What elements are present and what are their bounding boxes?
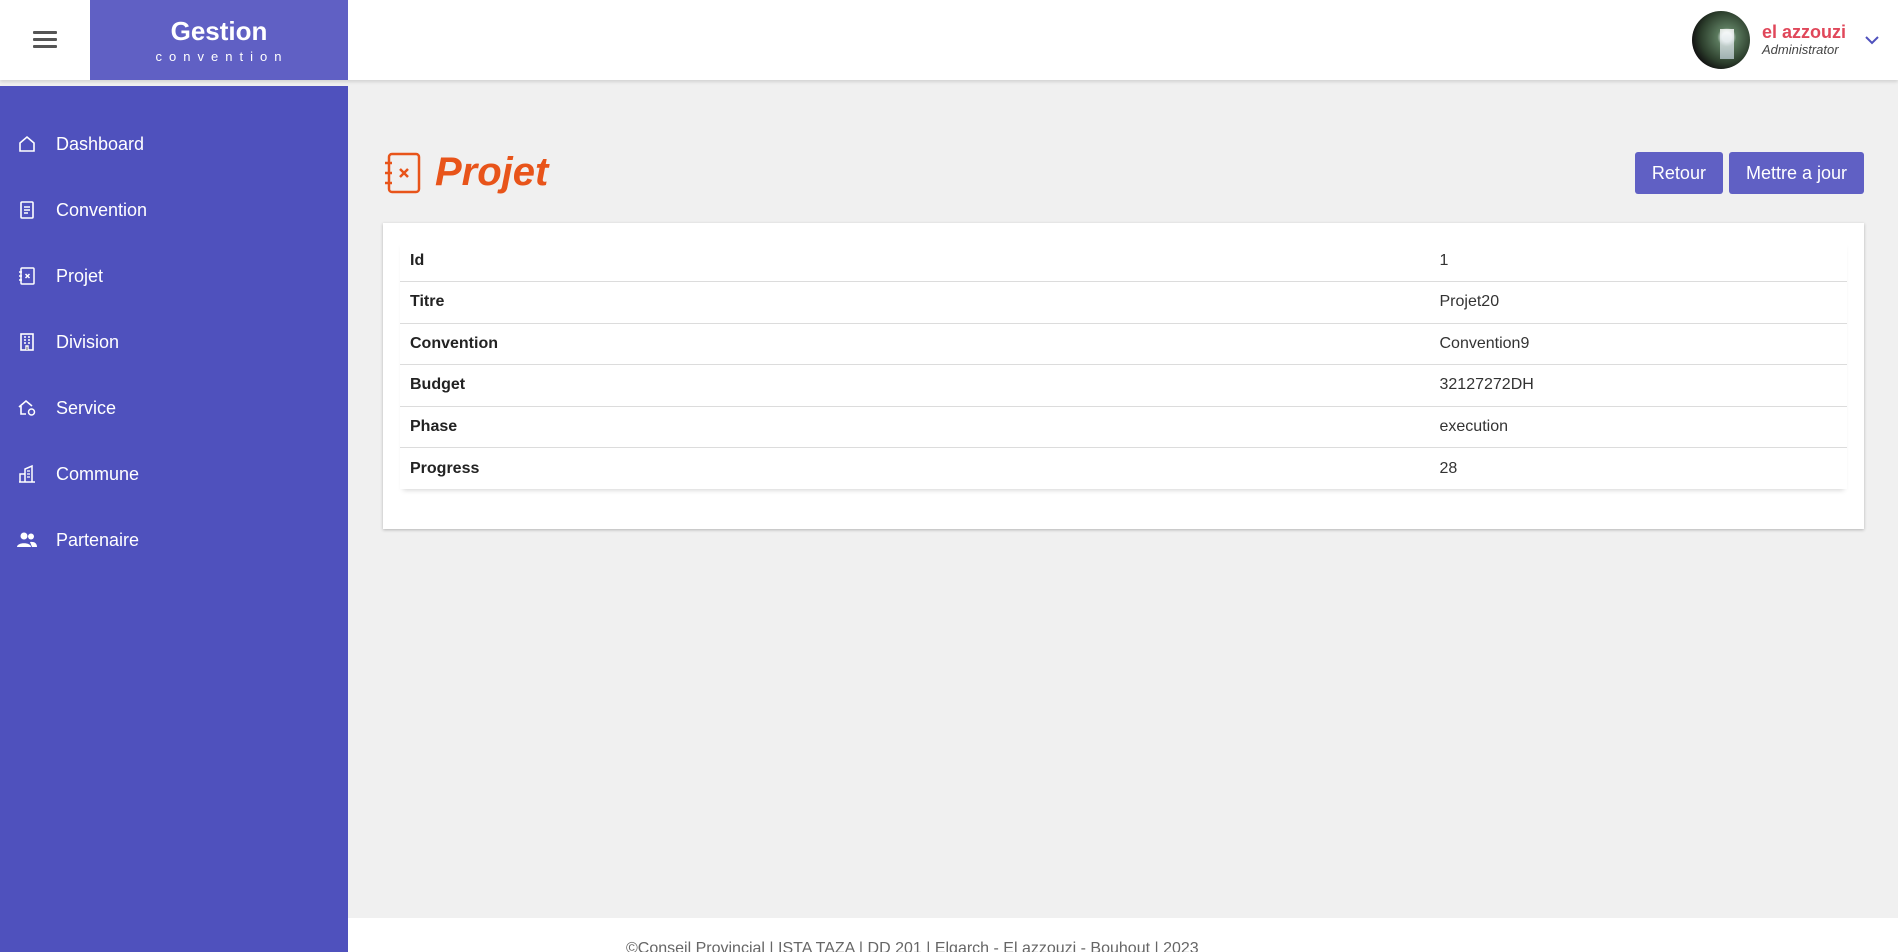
field-value: Convention9 — [1123, 322, 1847, 365]
table-row: Id 1 — [400, 240, 1847, 282]
avatar[interactable] — [1691, 11, 1750, 69]
user-role: Administrator — [1761, 42, 1839, 57]
table-row: Budget 32127272DH — [400, 364, 1847, 406]
chevron-down-icon[interactable] — [1864, 32, 1880, 48]
back-button[interactable]: Retour — [1634, 152, 1723, 194]
field-value: execution — [1123, 405, 1847, 448]
top-bar: Gestion convention el azzouzi Administra… — [0, 0, 1898, 80]
field-value: Projet20 — [1123, 281, 1847, 323]
sidebar-item-service[interactable]: Service — [0, 375, 348, 441]
house-gear-icon — [16, 397, 38, 419]
table-row: Convention Convention9 — [400, 322, 1847, 365]
brand-title: Gestion — [170, 16, 268, 46]
field-label: Id — [410, 251, 425, 269]
user-name: el azzouzi — [1761, 22, 1846, 42]
footer-text: ©Conseil Provincial | ISTA TAZA | DD 201… — [626, 940, 1199, 952]
sidebar-item-label: Division — [56, 331, 120, 352]
table-row: Progress 28 — [400, 447, 1847, 489]
table-row: Phase execution — [400, 405, 1847, 448]
details-card: Id 1 Titre Projet20 Convention Conventio… — [383, 223, 1864, 529]
hamburger-icon — [33, 30, 57, 50]
update-button[interactable]: Mettre a jour — [1728, 152, 1864, 194]
field-label: Progress — [400, 447, 1124, 489]
project-icon — [385, 152, 421, 193]
table-row: Titre Projet20 — [400, 281, 1847, 323]
details-table: Id 1 Titre Projet20 Convention Conventio… — [400, 240, 1847, 489]
document-icon — [16, 199, 38, 221]
footer: ©Conseil Provincial | ISTA TAZA | DD 201… — [348, 918, 1898, 952]
field-value: 1 — [1439, 251, 1449, 269]
building-icon — [16, 331, 38, 353]
page-actions: Retour Mettre a jour — [1634, 152, 1864, 194]
city-icon — [16, 463, 38, 485]
sidebar-item-label: Dashboard — [56, 133, 145, 154]
user-menu[interactable]: el azzouzi Administrator — [1691, 0, 1898, 80]
menu-toggle-button[interactable] — [0, 0, 90, 80]
field-label: Phase — [400, 405, 1124, 448]
field-label: Convention — [400, 322, 1124, 365]
home-icon — [16, 133, 38, 155]
project-icon — [16, 265, 38, 287]
sidebar-item-partenaire[interactable]: Partenaire — [0, 507, 348, 573]
sidebar-item-label: Service — [56, 397, 117, 418]
sidebar-item-commune[interactable]: Commune — [0, 441, 348, 507]
sidebar-item-dashboard[interactable]: Dashboard — [0, 111, 348, 177]
sidebar-item-convention[interactable]: Convention — [0, 177, 348, 243]
sidebar-item-division[interactable]: Division — [0, 309, 348, 375]
sidebar-item-projet[interactable]: Projet — [0, 243, 348, 309]
sidebar-item-label: Partenaire — [56, 529, 140, 550]
sidebar-item-label: Projet — [56, 265, 104, 286]
sidebar-item-label: Commune — [56, 463, 140, 484]
page-header: Projet — [383, 150, 548, 195]
main-content: Projet Retour Mettre a jour Id 1 Titre P… — [348, 80, 1898, 952]
field-label: Titre — [400, 281, 1124, 323]
field-label: Budget — [400, 364, 1124, 406]
field-value: 32127272DH — [1123, 364, 1847, 406]
sidebar-item-label: Convention — [56, 199, 148, 220]
people-icon — [16, 529, 38, 551]
brand-logo[interactable]: Gestion convention — [90, 0, 348, 80]
sidebar: Dashboard Convention Projet Division Ser… — [0, 86, 348, 952]
field-value: 28 — [1123, 447, 1847, 489]
brand-subtitle: convention — [155, 49, 289, 64]
page-title: Projet — [435, 150, 549, 194]
user-info: el azzouzi Administrator — [1762, 22, 1846, 58]
